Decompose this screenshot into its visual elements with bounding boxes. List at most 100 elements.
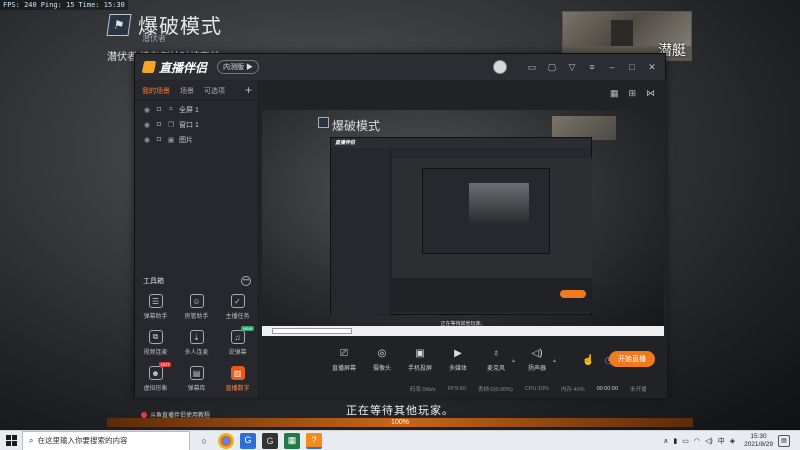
waiting-status-text: 正在等待其他玩家。 <box>346 405 454 417</box>
control-label: 麦克风 <box>486 365 505 372</box>
source-label: 图片 <box>179 136 193 144</box>
hot-badge: HOT <box>159 362 172 367</box>
tab-optional[interactable]: 可选项 <box>204 86 225 95</box>
minimize-icon[interactable]: – <box>607 62 617 72</box>
admin-icon: ☺ <box>189 294 204 308</box>
speaker-dropdown-icon[interactable]: ▴ <box>553 357 556 364</box>
notification-icon[interactable]: ▤ <box>778 435 790 447</box>
douyu-icon[interactable]: ? <box>306 432 322 449</box>
status-live-state: 未开播 <box>630 387 647 393</box>
user-avatar[interactable] <box>493 60 507 74</box>
tab-scenes[interactable]: 场景 <box>180 86 194 95</box>
tool-video-link[interactable]: ⧉ 视频连麦 <box>135 330 176 356</box>
mic-dropdown-icon[interactable]: ▴ <box>512 357 515 364</box>
grid-icon[interactable]: ⊞ <box>628 88 636 99</box>
maximize-icon[interactable]: □ <box>627 62 637 72</box>
loading-progress-label: 100% <box>391 419 409 426</box>
video-link-icon: ⧉ <box>148 330 163 344</box>
recursive-core <box>469 183 529 223</box>
app-brand: 直播伴侣 内测版 ▶ <box>141 59 259 76</box>
eye-icon[interactable]: ◉ <box>143 121 151 129</box>
share-icon[interactable]: ⋈ <box>646 88 655 99</box>
wifi-icon[interactable]: ◠ <box>694 437 700 445</box>
tool-streamer-tasks[interactable]: ✓ 主播任务 <box>217 294 258 320</box>
source-list: ◉ ◘ ⌗ 全屏 1 ◉ ◘ ❐ 窗口 1 ◉ ◘ ▣ 图片 <box>135 100 258 147</box>
control-label: 扬声器 <box>528 365 547 372</box>
tutorial-link[interactable]: 斗鱼直播伴侣使用教程 <box>141 410 210 419</box>
tool-danmaku-assistant[interactable]: ☰ 弹幕助手 <box>135 294 176 320</box>
source-label: 全屏 1 <box>179 106 199 114</box>
volume-icon[interactable]: ◁) <box>705 437 713 445</box>
close-icon[interactable]: ✕ <box>647 62 657 72</box>
source-item-window[interactable]: ◉ ◘ ❐ 窗口 1 <box>135 117 258 132</box>
shirt-icon[interactable]: ▽ <box>567 62 577 72</box>
screen-icon[interactable]: ▢ <box>547 62 557 72</box>
control-label: 手机投屏 <box>407 365 432 372</box>
control-speaker[interactable]: ◁) 扬声器 <box>523 349 551 372</box>
tab-my-scenes[interactable]: 我的场景 <box>142 86 170 95</box>
tool-label: 弹幕库 <box>187 386 206 392</box>
message-icon[interactable]: ▭ <box>527 62 537 72</box>
tray-folder-icon[interactable]: ▭ <box>682 437 689 445</box>
tool-label: 视频连麦 <box>143 350 168 356</box>
preview-mode-icon <box>318 117 329 128</box>
tool-label: 房管助手 <box>184 314 209 320</box>
start-live-button[interactable]: 开始直播 <box>609 351 655 367</box>
tool-label: 主播任务 <box>225 314 250 320</box>
taskbar-apps: ○ G G ▦ ? <box>196 432 322 449</box>
app-g-icon[interactable]: G <box>240 432 256 449</box>
streaming-app-window: 直播伴侣 内测版 ▶ ▭ ▢ ▽ ≡ – □ ✕ 我的场景 场景 可选项 + ◉… <box>134 53 667 419</box>
recursive-search <box>272 328 352 334</box>
tool-virtual-avatar[interactable]: HOT ☻ 虚拟形象 <box>135 362 176 392</box>
tutorial-label: 斗鱼直播伴侣使用教程 <box>150 413 211 419</box>
source-item-image[interactable]: ◉ ◘ ▣ 图片 <box>135 132 258 147</box>
excel-icon[interactable]: ▦ <box>284 432 300 449</box>
beta-badge[interactable]: 内测版 ▶ <box>217 60 259 74</box>
control-mic[interactable]: ♁ 麦克风 <box>482 349 510 372</box>
recursive-preview <box>392 158 592 278</box>
tool-admin-assistant[interactable]: ☺ 房管助手 <box>176 294 217 320</box>
tray-expand-icon[interactable]: ∧ <box>663 437 668 445</box>
lock-icon[interactable]: ◘ <box>155 121 163 128</box>
lock-icon[interactable]: ◘ <box>155 136 163 143</box>
task-icon: ✓ <box>230 294 245 308</box>
fps-readout: FPS: 240 <box>3 1 37 9</box>
tray-app-icon[interactable]: ▮ <box>673 437 677 445</box>
stream-preview[interactable]: 爆破模式 直播伴侣 正在等待其他玩家。 <box>262 110 664 336</box>
tool-danmaku-library[interactable]: ▤ 弹幕库 <box>176 366 217 392</box>
tool-multi-link[interactable]: ⇣ 多人连麦 <box>176 330 217 356</box>
add-scene-icon[interactable]: + <box>245 83 252 97</box>
tool-live-stats[interactable]: ▥ 直播数字 <box>217 366 258 392</box>
source-item-fullscreen[interactable]: ◉ ◘ ⌗ 全屏 1 <box>135 102 258 117</box>
tool-voice-danmaku[interactable]: NEW ♫ 说弹幕 <box>217 326 258 356</box>
taskbar-clock[interactable]: 15:30 2021/8/29 <box>744 433 773 449</box>
layout-icon[interactable]: ▦ <box>610 88 619 99</box>
control-phone-cast[interactable]: ▣ 手机投屏 <box>406 349 434 372</box>
eye-icon[interactable]: ◉ <box>143 106 151 114</box>
ime-indicator[interactable]: 中 <box>718 436 725 446</box>
more-icon[interactable]: ••• <box>241 276 251 286</box>
toolbox-title: 工具箱 <box>143 278 164 285</box>
lock-icon[interactable]: ◘ <box>155 106 163 113</box>
task-view-icon[interactable]: ○ <box>196 433 212 449</box>
status-bitrate: 码率:0kb/s <box>410 387 436 393</box>
start-button[interactable] <box>0 431 22 450</box>
speaker-icon: ◁) <box>531 348 543 359</box>
tray-shield-icon[interactable]: ◈ <box>730 437 735 445</box>
windows-logo-icon <box>5 435 17 446</box>
taskbar-search[interactable]: ⌕ 在这里输入你要搜索的内容 <box>22 430 190 450</box>
control-media[interactable]: ▶ 多媒体 <box>444 349 472 372</box>
app-g2-icon[interactable]: G <box>262 432 278 449</box>
toolbox-header: 工具箱 ••• <box>135 274 259 288</box>
game-mode-icon: ⚑ <box>106 13 132 36</box>
recursive-taskbar <box>262 326 664 336</box>
time-readout: Time: 15:30 <box>78 1 125 9</box>
scene-tabs: 我的场景 场景 可选项 + <box>135 80 258 100</box>
status-fps: FPS:60 <box>447 386 467 392</box>
eye-icon[interactable]: ◉ <box>143 136 151 144</box>
control-screen[interactable]: ⎚ 直播屏幕 <box>330 349 358 372</box>
menu-icon[interactable]: ≡ <box>587 62 597 72</box>
control-camera[interactable]: ◎ 摄像头 <box>368 349 396 372</box>
screen-icon: ⎚ <box>340 348 348 359</box>
chrome-icon[interactable] <box>218 432 234 449</box>
